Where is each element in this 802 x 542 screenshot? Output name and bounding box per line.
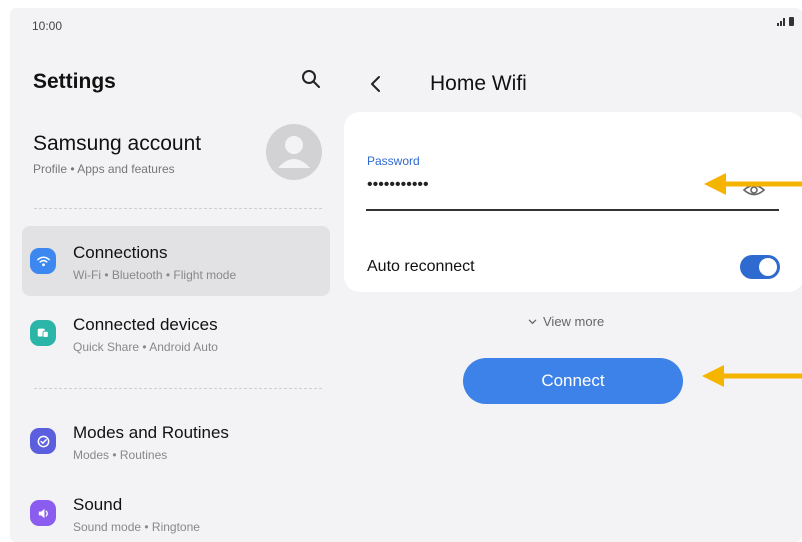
avatar-icon[interactable] bbox=[266, 124, 322, 180]
divider bbox=[34, 388, 322, 389]
menu-subtitle: Quick Share • Android Auto bbox=[73, 340, 218, 354]
sidebar-item-sound[interactable]: Sound Sound mode • Ringtone bbox=[22, 478, 330, 542]
password-field[interactable]: ••••••••••• bbox=[367, 176, 429, 194]
auto-reconnect-toggle[interactable] bbox=[740, 255, 780, 279]
status-icons bbox=[777, 17, 794, 26]
view-more-button[interactable]: View more bbox=[528, 314, 604, 329]
search-icon[interactable] bbox=[300, 68, 322, 90]
menu-subtitle: Modes • Routines bbox=[73, 448, 168, 462]
sidebar-item-connections[interactable]: Connections Wi-Fi • Bluetooth • Flight m… bbox=[22, 226, 330, 296]
menu-subtitle: Wi-Fi • Bluetooth • Flight mode bbox=[73, 268, 237, 282]
wifi-icon bbox=[30, 248, 56, 274]
view-more-label: View more bbox=[543, 314, 605, 329]
speaker-icon bbox=[30, 500, 56, 526]
menu-subtitle: Sound mode • Ringtone bbox=[73, 520, 200, 534]
tablet-screen: 10:00 Settings Samsung account Profile •… bbox=[10, 8, 802, 542]
sidebar-item-modes-routines[interactable]: Modes and Routines Modes • Routines bbox=[22, 406, 330, 476]
wifi-settings-card: Password ••••••••••• Auto reconnect bbox=[344, 112, 802, 292]
sidebar-item-connected-devices[interactable]: Connected devices Quick Share • Android … bbox=[22, 298, 330, 368]
auto-reconnect-label: Auto reconnect bbox=[367, 258, 475, 275]
network-title: Home Wifi bbox=[430, 72, 527, 95]
annotation-arrow-connect bbox=[702, 365, 802, 387]
connected-devices-icon bbox=[30, 320, 56, 346]
annotation-arrow-password bbox=[704, 173, 802, 195]
settings-title: Settings bbox=[33, 70, 116, 93]
menu-title: Modes and Routines bbox=[73, 423, 229, 442]
password-underline bbox=[366, 209, 779, 211]
toggle-knob bbox=[759, 258, 777, 276]
check-circle-icon bbox=[30, 428, 56, 454]
chevron-down-icon bbox=[528, 319, 537, 325]
back-icon[interactable] bbox=[366, 74, 386, 94]
password-label: Password bbox=[367, 154, 420, 168]
connect-button[interactable]: Connect bbox=[463, 358, 683, 404]
status-time: 10:00 bbox=[32, 19, 63, 33]
battery-icon bbox=[789, 17, 794, 26]
menu-title: Connections bbox=[73, 243, 168, 262]
menu-title: Sound bbox=[73, 495, 123, 514]
signal-icon bbox=[777, 18, 785, 26]
divider bbox=[34, 208, 322, 209]
menu-title: Connected devices bbox=[73, 315, 218, 334]
